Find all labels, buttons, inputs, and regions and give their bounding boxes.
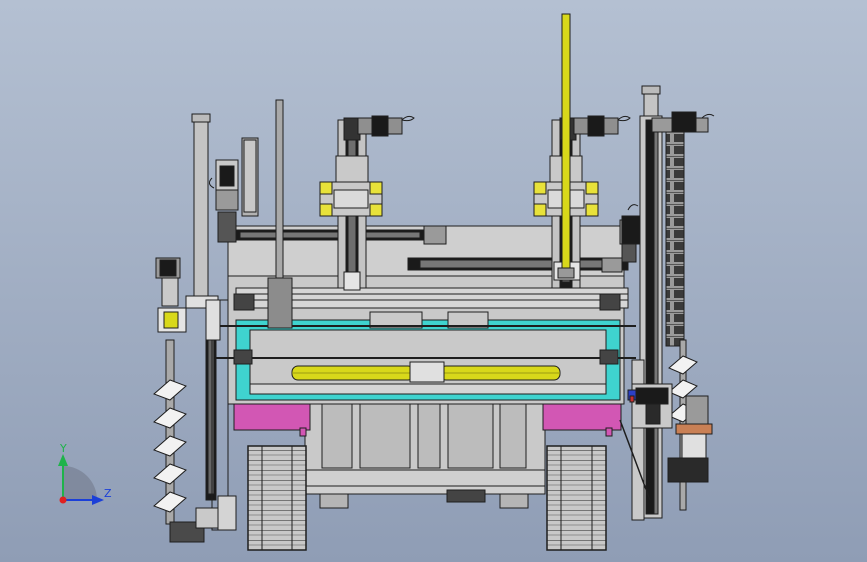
yellow-roller-right [439,365,561,381]
z-axis-label: Z [104,487,112,500]
left-yellow-bracket [319,181,383,217]
yellow-drill-mast [561,13,571,277]
left-small-cylinder [241,137,259,217]
right-drag-chain [665,131,685,347]
y-axis-label: Y [59,442,67,455]
left-crawler-track [247,445,307,551]
roller-center-bracket [409,361,445,383]
cad-viewport[interactable]: Y Z [0,0,867,562]
gray-rod [275,99,284,285]
left-tall-post [193,115,209,303]
chassis [304,397,546,509]
x-axis-origin [59,496,67,504]
right-gearbox [627,383,673,429]
yellow-roller-left [291,365,415,381]
right-crawler-track [546,445,607,551]
gray-cylinder [267,277,293,329]
cad-scene: Y Z [0,0,867,562]
